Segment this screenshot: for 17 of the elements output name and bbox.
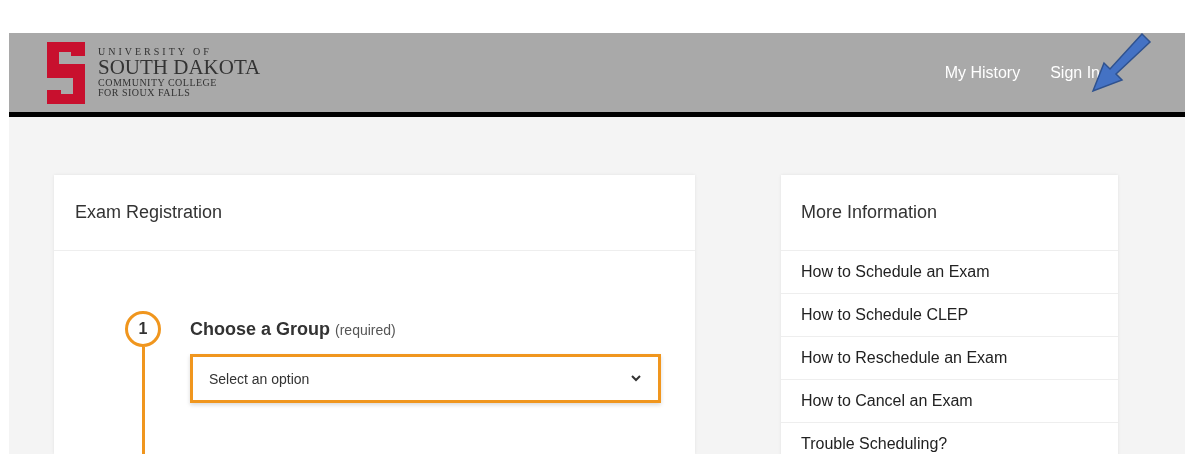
pointer-arrow [1090, 33, 1152, 93]
step-title: Choose a Group [190, 319, 330, 339]
info-link[interactable]: How to Schedule an Exam [781, 251, 1118, 294]
step-number: 1 [125, 311, 161, 347]
info-link[interactable]: How to Cancel an Exam [781, 380, 1118, 423]
info-link[interactable]: Trouble Scheduling? [781, 423, 1118, 454]
info-link[interactable]: How to Reschedule an Exam [781, 337, 1118, 380]
info-link[interactable]: How to Schedule CLEP [781, 294, 1118, 337]
required-note: (required) [335, 322, 396, 338]
logo-text: FOR SIOUX FALLS [98, 88, 192, 98]
group-select[interactable]: Select an option [190, 354, 661, 403]
card-title: Exam Registration [54, 175, 695, 251]
logo-text: SOUTH DAKOTA [98, 57, 261, 78]
card-title: More Information [781, 175, 1118, 251]
chevron-down-icon [631, 375, 641, 382]
logo-text: COMMUNITY COLLEGE [98, 78, 218, 88]
logo-text: UNIVERSITY OF [98, 47, 213, 57]
